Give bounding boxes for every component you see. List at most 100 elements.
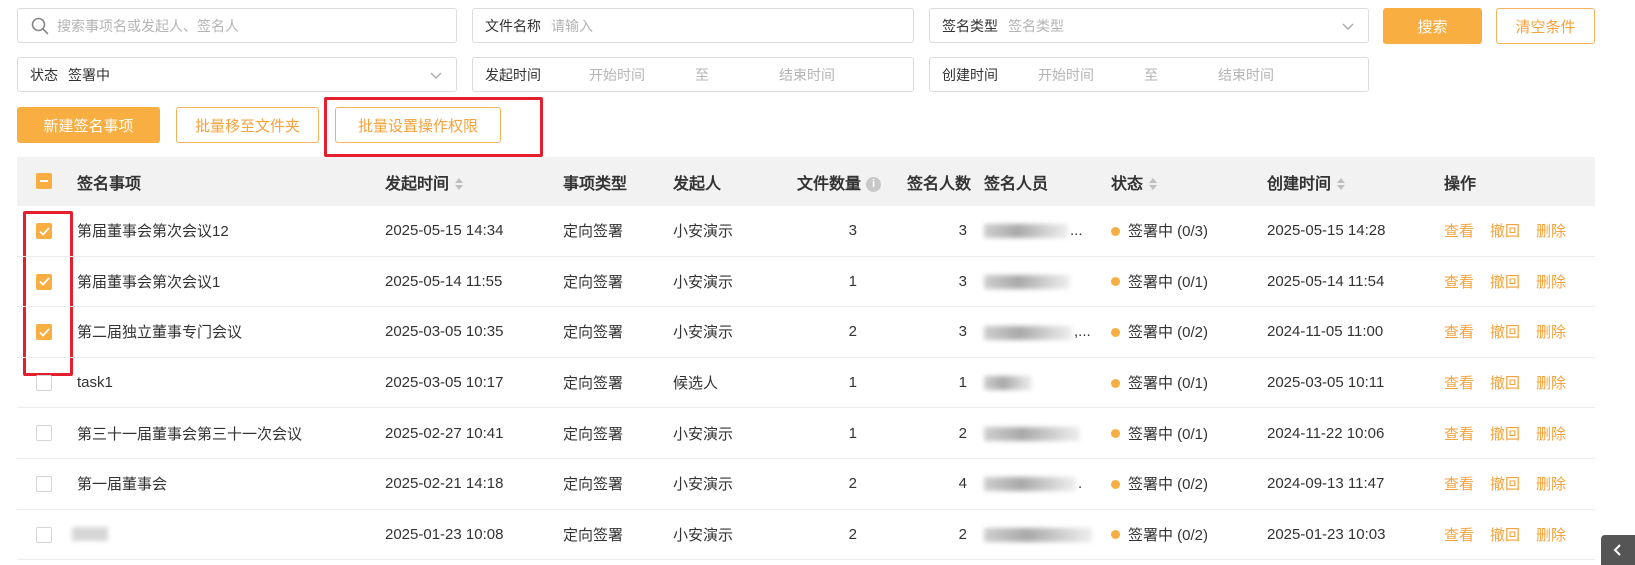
view-link[interactable]: 查看 — [1444, 324, 1474, 341]
signer-count: 3 — [958, 272, 967, 290]
revoke-link[interactable]: 撤回 — [1490, 476, 1520, 493]
table-row[interactable]: 第届董事会第次会议1 2025-05-14 11:55 定向签署 小安演示 1 3 签署中 … — [17, 257, 1595, 308]
created-time: 2025-01-23 10:03 — [1267, 525, 1386, 543]
status-dot-icon — [1111, 530, 1120, 540]
sign-type-select[interactable]: 签名类型 签名类型 — [929, 8, 1369, 43]
search-placeholder: 搜索事项名或发起人、签名人 — [57, 17, 239, 34]
item-type: 定向签署 — [563, 375, 624, 393]
view-link[interactable]: 查看 — [1444, 274, 1474, 291]
item-name[interactable]: 第二届独立董事专门会议 — [77, 321, 242, 342]
status-dot-icon — [1111, 479, 1120, 489]
created-time: 2024-09-13 11:47 — [1267, 475, 1385, 493]
checkmark-icon — [38, 277, 50, 286]
header-signers: 签名人员 — [984, 175, 1049, 193]
revoke-link[interactable]: 撤回 — [1490, 324, 1520, 341]
status-select[interactable]: 状态 签署中 — [17, 57, 457, 92]
status-text: 签署中 (0/1) — [1128, 273, 1209, 291]
view-link[interactable]: 查看 — [1444, 476, 1474, 493]
row-checkbox[interactable] — [36, 526, 52, 543]
file-name-field[interactable]: 文件名称 请输入 — [472, 8, 914, 43]
initiator: 小安演示 — [673, 526, 734, 544]
header-start-time[interactable]: 发起时间 — [385, 170, 464, 194]
table-row[interactable]: 第届董事会第次会议12 2025-05-15 14:34 定向签署 小安演示 3 3...… — [17, 206, 1595, 257]
table-row[interactable]: 第一届董事会 2025-02-21 14:18 定向签署 小安演示 2 4. 签署中 (0/… — [17, 459, 1595, 510]
row-checkbox[interactable] — [36, 273, 52, 290]
file-count: 1 — [848, 374, 857, 392]
delete-link[interactable]: 删除 — [1536, 375, 1566, 392]
start-time-end[interactable]: 结束时间 — [779, 65, 835, 85]
revoke-link[interactable]: 撤回 — [1490, 375, 1520, 392]
header-initiator: 发起人 — [673, 175, 722, 193]
status: 签署中 (0/1) — [1111, 372, 1208, 393]
checkmark-icon — [38, 226, 50, 236]
view-link[interactable]: 查看 — [1444, 375, 1474, 392]
status: 签署中 (0/1) — [1111, 423, 1208, 444]
search-button[interactable]: 搜索 — [1383, 8, 1482, 44]
revoke-link[interactable]: 撤回 — [1490, 527, 1520, 544]
row-checkbox[interactable] — [36, 475, 52, 492]
info-icon[interactable]: i — [866, 176, 882, 192]
table-row[interactable]: 第二届独立董事专门会议 2025-03-05 10:35 定向签署 小安演示 2 3,..… — [17, 307, 1595, 358]
start-time: 2025-05-15 14:34 — [385, 222, 504, 240]
sort-icon[interactable] — [455, 177, 464, 191]
start-time: 2025-03-05 10:17 — [385, 374, 504, 392]
item-name[interactable]: 第届董事会第次会议1 — [77, 271, 220, 292]
signers: . — [984, 475, 1082, 492]
item-name[interactable]: 第届董事会第次会议12 — [77, 220, 229, 241]
signers — [984, 526, 1094, 543]
status-dot-icon — [1111, 378, 1120, 388]
delete-link[interactable]: 删除 — [1536, 223, 1566, 240]
batch-permission-button[interactable]: 批量设置操作权限 — [335, 107, 501, 143]
row-actions: 查看 撤回 删除 — [1444, 423, 1582, 444]
start-time-begin[interactable]: 开始时间 — [589, 65, 645, 85]
create-time-end[interactable]: 结束时间 — [1218, 65, 1274, 85]
delete-link[interactable]: 删除 — [1536, 476, 1566, 493]
batch-move-folder-button[interactable]: 批量移至文件夹 — [176, 107, 319, 143]
delete-link[interactable]: 删除 — [1536, 274, 1566, 291]
file-name-placeholder: 请输入 — [551, 17, 593, 34]
header-created[interactable]: 创建时间 — [1267, 170, 1346, 194]
new-sign-item-button[interactable]: 新建签名事项 — [17, 107, 160, 143]
view-link[interactable]: 查看 — [1444, 426, 1474, 443]
redacted-signers — [984, 527, 1092, 542]
search-input[interactable]: 搜索事项名或发起人、签名人 — [17, 8, 457, 43]
status-dot-icon — [1111, 277, 1120, 287]
select-all-checkbox[interactable] — [36, 173, 52, 189]
delete-link[interactable]: 删除 — [1536, 324, 1566, 341]
item-name[interactable]: 第一届董事会 — [77, 473, 167, 494]
status-text: 签署中 (0/1) — [1128, 425, 1209, 443]
sort-icon[interactable] — [1149, 177, 1158, 191]
table-row[interactable]: task1 2025-03-05 10:17 定向签署 候选人 1 1 签署中 (0/1) 2… — [17, 358, 1595, 409]
table-row[interactable]: 2025-01-23 10:08 定向签署 小安演示 2 2 签署中 (0/2) 2025-… — [17, 510, 1595, 561]
created-time: 2024-11-22 10:06 — [1267, 424, 1385, 442]
row-checkbox[interactable] — [36, 374, 52, 391]
row-checkbox[interactable] — [36, 324, 52, 341]
revoke-link[interactable]: 撤回 — [1490, 274, 1520, 291]
view-link[interactable]: 查看 — [1444, 223, 1474, 240]
row-actions: 查看 撤回 删除 — [1444, 321, 1582, 342]
scroll-arrow-button[interactable] — [1601, 535, 1635, 565]
sort-icon[interactable] — [1337, 177, 1346, 191]
view-link[interactable]: 查看 — [1444, 527, 1474, 544]
create-time-range[interactable]: 创建时间 开始时间 至 结束时间 — [929, 57, 1369, 92]
start-time-range[interactable]: 发起时间 开始时间 至 结束时间 — [472, 57, 914, 92]
status: 签署中 (0/1) — [1111, 271, 1208, 292]
row-checkbox[interactable] — [36, 425, 52, 442]
item-name[interactable]: 第三十一届董事会第三十一次会议 — [77, 423, 302, 444]
delete-link[interactable]: 删除 — [1536, 527, 1566, 544]
revoke-link[interactable]: 撤回 — [1490, 223, 1520, 240]
clear-conditions-button[interactable]: 清空条件 — [1496, 8, 1595, 44]
delete-link[interactable]: 删除 — [1536, 426, 1566, 443]
header-status[interactable]: 状态 — [1111, 170, 1158, 194]
signer-count: 3 — [958, 222, 967, 240]
item-name[interactable]: task1 — [77, 374, 113, 391]
status: 签署中 (0/3) — [1111, 220, 1208, 241]
create-time-begin[interactable]: 开始时间 — [1038, 65, 1094, 85]
table-row[interactable]: 第三十一届董事会第三十一次会议 2025-02-27 10:41 定向签署 小安演示 1… — [17, 408, 1595, 459]
header-type: 事项类型 — [563, 175, 628, 193]
item-type: 定向签署 — [563, 476, 624, 494]
status-text: 签署中 (0/1) — [1128, 375, 1209, 393]
row-checkbox[interactable] — [36, 223, 52, 239]
revoke-link[interactable]: 撤回 — [1490, 426, 1520, 443]
row-actions: 查看 撤回 删除 — [1444, 372, 1582, 393]
